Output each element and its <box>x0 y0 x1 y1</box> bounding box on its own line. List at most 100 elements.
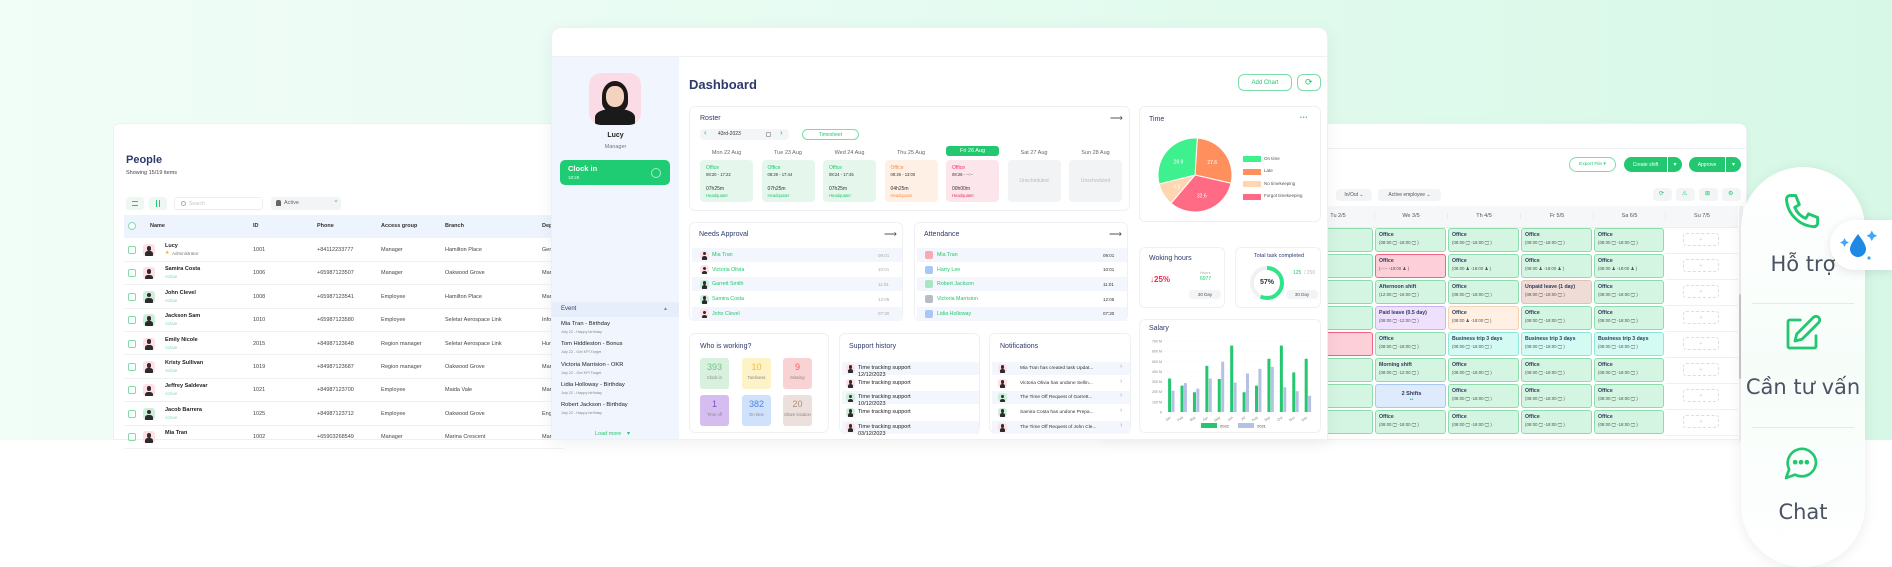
person-name[interactable]: Robert Jackson <box>937 281 974 287</box>
add-shift-button[interactable]: + <box>1683 233 1719 246</box>
shift-cell[interactable]: Office (08:00 🖵 -18:00 🖵 ) <box>1375 410 1446 434</box>
settings-button[interactable]: ⚙ <box>1722 188 1741 201</box>
refresh-button[interactable]: ⟳ <box>1297 74 1321 91</box>
event-item-title[interactable]: Robert Jackson - Birthday <box>561 402 628 408</box>
stat-tile[interactable]: 10 Tardiness <box>742 358 771 389</box>
employee-name[interactable]: Lucy <box>165 243 178 249</box>
shift-cell[interactable]: Office (08:00 🖵 -18:00 🖵 ) <box>1521 228 1592 252</box>
shift-cell[interactable]: Office (--:-- -18:00 ♟ ) <box>1375 254 1446 278</box>
shift-cell[interactable]: Office (08:00 ♟ -18:00 ♟ ) <box>1521 254 1592 278</box>
shift-cell[interactable]: Business trip 3 days (08:00 🖵 -18:00 🖵 ) <box>1448 332 1519 356</box>
person-name[interactable]: Victoria Olivia <box>712 267 744 273</box>
shift-cell[interactable]: Office (08:00 🖵 -18:00 🖵 ) <box>1594 384 1664 408</box>
add-shift-button[interactable]: + <box>1683 337 1719 350</box>
add-shift-button[interactable]: + <box>1683 259 1719 272</box>
shift-card[interactable]: Office 08:29 - 17:44 07h25m Headquater <box>761 160 815 202</box>
status-select[interactable]: Active ⌄ <box>271 197 341 210</box>
shift-cell[interactable]: Office (08:00 🖵 -18:00 🖵 ) <box>1375 332 1446 356</box>
chevron-right-icon[interactable]: › <box>780 128 783 137</box>
row-checkbox[interactable] <box>128 433 136 442</box>
employee-name[interactable]: Jeffrey Saldevar <box>165 383 208 389</box>
shift-cell[interactable]: Office (08:00 🖵 -18:00 🖵 ) <box>1521 358 1592 382</box>
person-name[interactable]: Mia Tran <box>712 252 733 258</box>
stat-tile[interactable]: 9 Missing <box>783 358 812 389</box>
refresh-button[interactable]: ⟳ <box>1653 188 1672 201</box>
week-picker[interactable]: ‹ 43rd-2023 › <box>700 128 789 140</box>
row-checkbox[interactable] <box>128 409 136 418</box>
shift-cell[interactable]: Office (08:00 🖵 -18:00 🖵 ) <box>1594 306 1664 330</box>
add-shift-button[interactable]: + <box>1683 389 1719 402</box>
approve-dropdown[interactable]: ▾ <box>1726 157 1741 172</box>
shift-cell[interactable]: Office (08:00 🖵 -18:00 🖵 ) <box>1448 358 1519 382</box>
event-item-title[interactable]: Tom Hiddleston - Bonus <box>561 341 623 347</box>
stat-tile[interactable]: 382 On time <box>742 395 771 426</box>
add-chart-button[interactable]: Add Chart <box>1238 74 1292 91</box>
shift-cell[interactable]: Office (08:00 ♟ -18:00 ♟ ) <box>1448 254 1519 278</box>
load-more-button[interactable]: Load more <box>595 431 621 437</box>
collapse-icon[interactable]: ▲ <box>663 306 668 312</box>
person-name[interactable]: Victoria Marrision <box>937 296 978 302</box>
shift-cell[interactable]: Office (08:00 ♟ -18:00 🖵 ) <box>1448 306 1519 330</box>
shift-card[interactable]: Unscheduled <box>1007 160 1061 202</box>
person-name[interactable]: Mia Tran <box>937 252 958 258</box>
search-input[interactable]: Search <box>174 197 263 210</box>
warning-button[interactable]: ⚠ <box>1676 188 1695 201</box>
row-checkbox[interactable] <box>128 339 136 348</box>
shift-cell[interactable]: Office (08:00 🖵 -18:00 🖵 ) <box>1521 410 1592 434</box>
shift-cell[interactable]: Office (08:00 🖵 -18:00 🖵 ) <box>1448 384 1519 408</box>
shift-cell[interactable]: Office (08:00 🖵 -18:00 🖵 ) <box>1448 410 1519 434</box>
grid-button[interactable]: ⊠ <box>1699 188 1718 201</box>
person-name[interactable]: Lidia Holloway <box>937 311 971 317</box>
shift-card[interactable]: Office 08:20 - 17:22 07h25m Headquater <box>700 160 753 202</box>
person-name[interactable]: Harry Lee <box>937 267 960 273</box>
row-checkbox[interactable] <box>128 292 136 301</box>
employee-name[interactable]: Kristy Sullivan <box>165 360 203 366</box>
shift-cell[interactable]: Business trip 3 days (08:00 🖵 -18:00 🖵 ) <box>1594 332 1664 356</box>
shift-cell[interactable]: Office (08:00 ♟ -18:00 ♟ ) <box>1594 254 1664 278</box>
shift-cell[interactable]: Unpaid leave (1 day) (08:00 🖵 -18:00 🖵 ) <box>1521 280 1592 304</box>
employee-name[interactable]: John Clevel <box>165 290 196 296</box>
shift-cell[interactable]: Office (08:00 🖵 -18:00 🖵 ) <box>1521 306 1592 330</box>
arrow-right-icon[interactable]: ⟶ <box>884 229 897 240</box>
employee-name[interactable]: Jackson Sam <box>165 313 200 319</box>
arrow-right-icon[interactable]: ⟶ <box>1110 113 1123 124</box>
row-checkbox[interactable] <box>128 363 136 371</box>
stat-tile[interactable]: 1 Time off <box>700 395 729 426</box>
shift-card[interactable]: Office 08:26 - --:-- 00h00m Headquater <box>946 160 999 202</box>
person-name[interactable]: Garrett Smith <box>712 281 744 287</box>
shift-cell[interactable]: Business trip 3 days (08:00 🖵 -18:00 🖵 ) <box>1521 332 1592 356</box>
shift-card[interactable]: Unscheduled <box>1069 160 1122 202</box>
shift-cell[interactable]: 2 Shifts •• <box>1375 384 1446 408</box>
shift-cell[interactable]: Office (08:00 🖵 -18:00 🖵 ) <box>1594 280 1664 304</box>
shift-cell[interactable]: Afternoon shift (12:00 🖵 -16:00 🖵 ) <box>1375 280 1446 304</box>
stat-tile[interactable]: 393 Clock in <box>700 358 729 389</box>
period-select[interactable]: 30 Day <box>1189 290 1221 299</box>
shift-cell[interactable]: Office (08:00 🖵 -18:00 🖵 ) <box>1375 228 1446 252</box>
export-file-button[interactable]: Export File ▾ <box>1569 157 1616 172</box>
add-shift-button[interactable]: + <box>1683 363 1719 376</box>
clock-in-button[interactable]: Clock in 18:29 <box>560 160 670 185</box>
arrow-right-icon[interactable]: ⟶ <box>1109 229 1122 240</box>
event-item-title[interactable]: Mia Tran - Birthday <box>561 321 610 327</box>
row-checkbox[interactable] <box>128 316 136 325</box>
shift-card[interactable]: Office 08:26 - 13:00 04h25m Headquater <box>884 160 938 202</box>
event-item-title[interactable]: Lidia Holloway - Birthday <box>561 382 625 388</box>
row-checkbox[interactable] <box>128 246 136 254</box>
shift-cell[interactable]: Office (08:00 🖵 -18:00 🖵 ) <box>1448 280 1519 304</box>
filter-select[interactable]: Active employee ⌄ <box>1378 189 1441 201</box>
chevron-left-icon[interactable]: ‹ <box>704 128 707 137</box>
person-name[interactable]: John Clevel <box>712 311 740 317</box>
employee-name[interactable]: Emily Nicole <box>165 337 198 343</box>
employee-name[interactable]: Mia Tran <box>165 430 187 436</box>
employee-name[interactable]: Samira Costa <box>165 266 200 272</box>
add-shift-button[interactable]: + <box>1683 415 1719 428</box>
shift-cell[interactable]: Office (08:00 🖵 -18:00 🖵 ) <box>1594 228 1664 252</box>
filter-button[interactable] <box>126 197 144 210</box>
add-shift-button[interactable]: + <box>1683 311 1719 324</box>
create-shift-button[interactable]: Create shift <box>1624 157 1667 172</box>
shift-cell[interactable]: Morning shift (08:00 🖵 -12:00 🖵 ) <box>1375 358 1446 382</box>
shift-card[interactable]: Office 08:24 - 17:45 07h25m Headquater <box>823 160 876 202</box>
employee-name[interactable]: Jacob Barrera <box>165 407 202 413</box>
add-shift-button[interactable]: + <box>1683 285 1719 298</box>
event-item-title[interactable]: Victoria Marrision - OKR <box>561 362 623 368</box>
